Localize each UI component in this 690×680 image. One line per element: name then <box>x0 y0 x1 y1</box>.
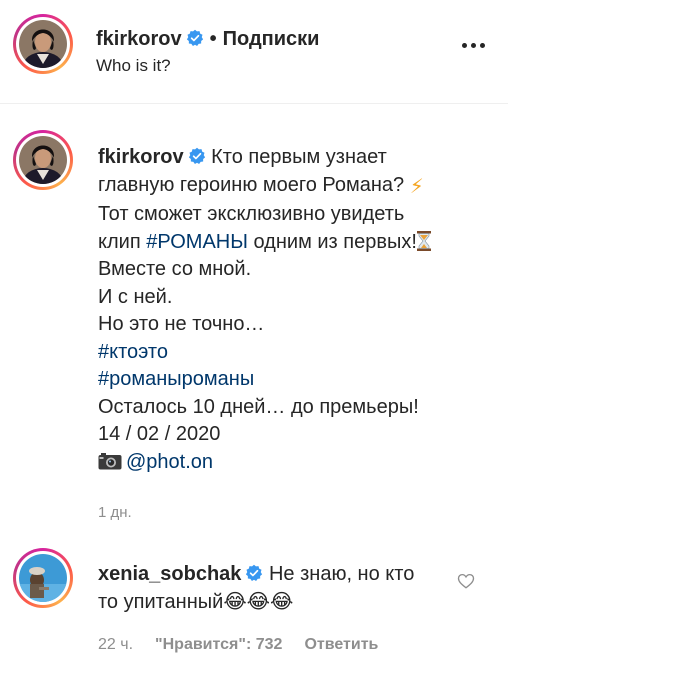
header-separator: • <box>209 28 217 50</box>
caption-avatar[interactable] <box>13 130 73 190</box>
hourglass-emoji <box>416 230 431 251</box>
hashtag-ktoeto[interactable]: #ктоэто <box>98 341 168 363</box>
comment-text-part1: Не знаю, но кто <box>268 563 415 585</box>
header-title: fkirkorov • Подписки <box>96 28 319 51</box>
location-link[interactable]: Who is it? <box>96 56 171 76</box>
caption-line-10: Осталось 10 дней… до премьеры! <box>98 395 419 418</box>
high-voltage-emoji: ⚡ <box>409 175 424 198</box>
caption-line-6: И с ней. <box>98 285 173 308</box>
header-username[interactable]: fkirkorov <box>96 28 182 50</box>
caption-line-3: Тот сможет эксклюзивно увидеть <box>98 203 405 225</box>
verified-badge-icon <box>188 147 206 165</box>
verified-badge-icon <box>186 29 204 47</box>
post-timestamp[interactable]: 1 дн. <box>98 504 132 521</box>
hashtag-romanyromany[interactable]: #романыроманы <box>98 368 254 390</box>
caption-line-4-post: одним из первых! <box>247 230 417 253</box>
caption-line-5: Вместе со мной. <box>98 258 252 280</box>
comment-text-part2: то упитанный <box>98 591 224 613</box>
header-avatar[interactable] <box>13 14 73 74</box>
caption-line-1: Кто первым узнает <box>211 146 387 168</box>
hashtag-romany[interactable]: #РОМАНЫ <box>146 231 248 253</box>
comment-timestamp[interactable]: 22 ч. <box>98 636 133 653</box>
following-button[interactable]: Подписки <box>223 28 320 50</box>
caption-line-2: главную героиню моего Романа? <box>98 173 405 196</box>
man-portrait-icon <box>19 136 67 184</box>
mention-photon[interactable]: @phot.on <box>126 451 213 473</box>
comment-username[interactable]: xenia_sobchak <box>98 563 241 585</box>
comment-meta: 22 ч. "Нравится": 732 Ответить <box>98 636 400 654</box>
caption-line-4-pre: клип <box>98 230 147 253</box>
tears-of-joy-emoji: 😂😂😂 <box>223 591 294 613</box>
heart-outline-icon[interactable] <box>457 572 475 590</box>
camera-emoji <box>98 451 122 469</box>
more-options-icon[interactable] <box>462 38 492 52</box>
verified-badge-icon <box>245 564 263 582</box>
comment-avatar[interactable] <box>13 548 73 608</box>
caption-username[interactable]: fkirkorov <box>98 146 184 168</box>
man-portrait-icon <box>19 20 67 68</box>
caption-line-11: 14 / 02 / 2020 <box>98 423 221 445</box>
woman-portrait-icon <box>19 554 67 602</box>
comment-text: xenia_sobchak Не знаю, но кто то упитанны… <box>98 560 458 616</box>
caption-line-7: Но это не точно… <box>98 313 265 335</box>
caption-text: fkirkorov Кто первым узнает главную геро… <box>98 144 498 476</box>
reply-button[interactable]: Ответить <box>304 636 378 653</box>
post-header: fkirkorov • Подписки Who is it? <box>0 0 508 104</box>
comment-likes[interactable]: "Нравится": 732 <box>155 636 282 653</box>
